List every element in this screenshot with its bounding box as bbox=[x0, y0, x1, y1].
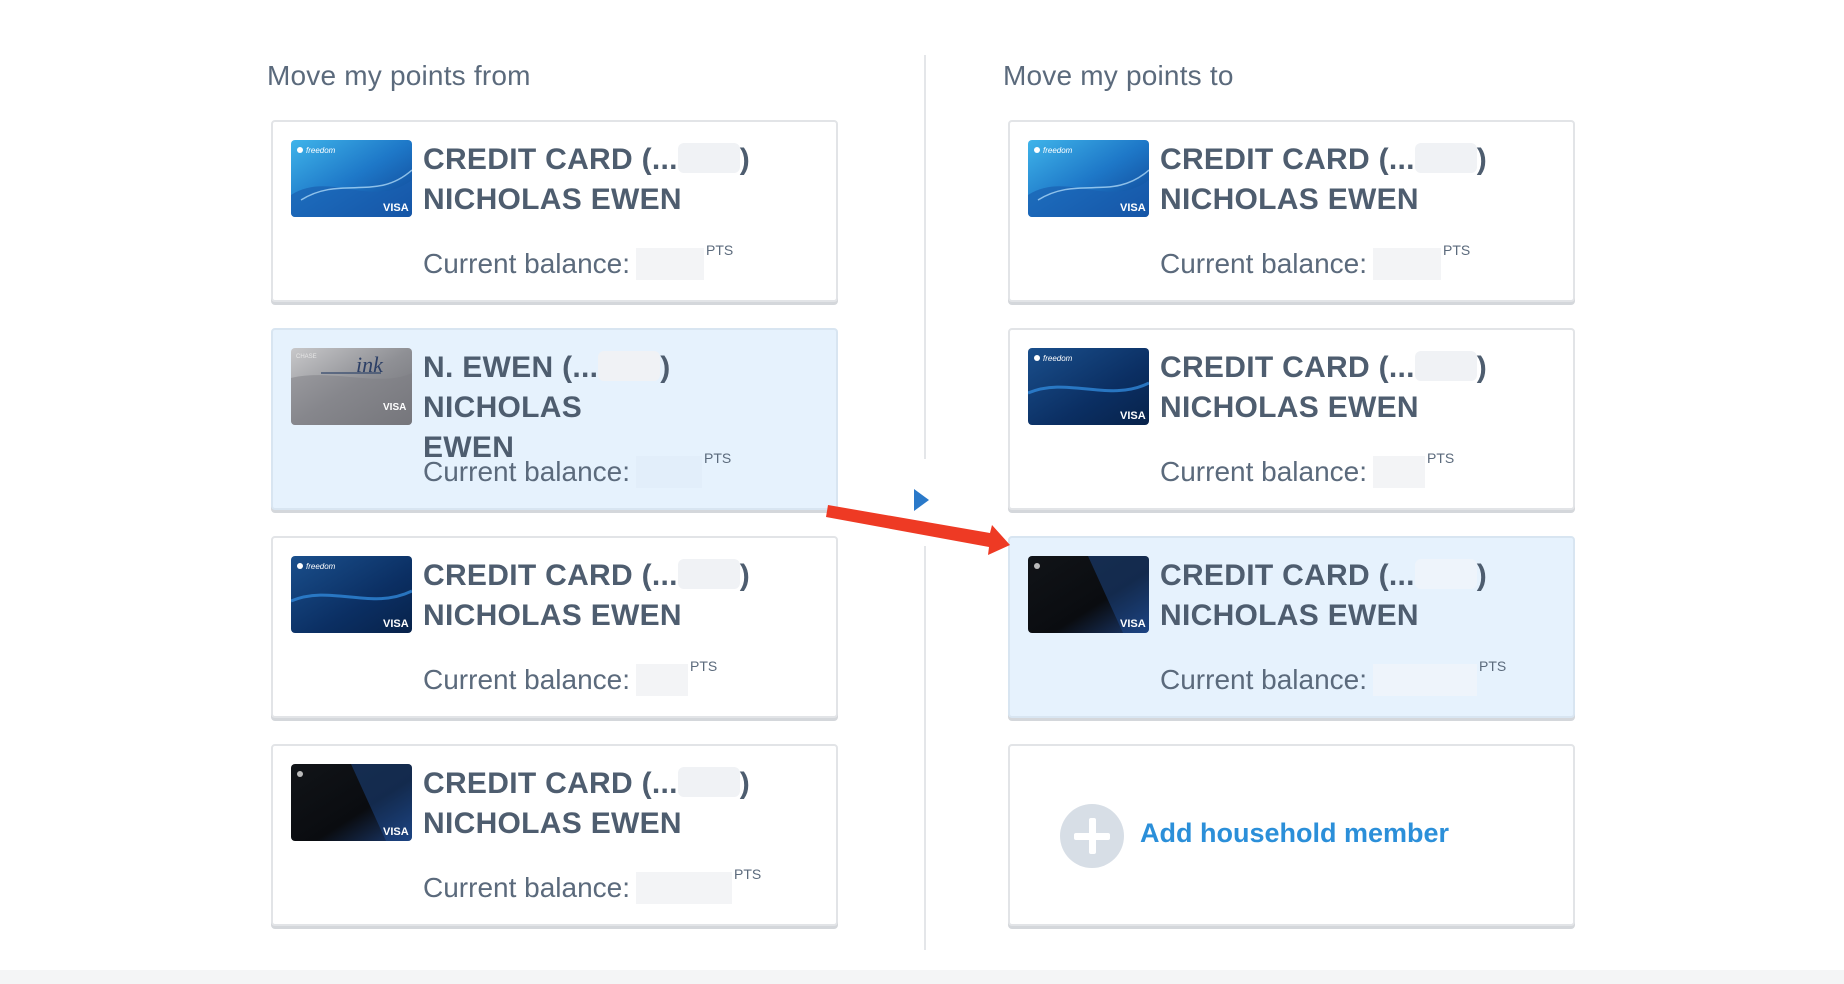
svg-text:CHASE: CHASE bbox=[296, 354, 317, 360]
from-card-4[interactable]: VISA CREDIT CARD (...) NICHOLAS EWEN Curr… bbox=[271, 744, 838, 926]
current-balance: Current balance: PTS bbox=[1160, 242, 1471, 280]
masked-account-number bbox=[677, 559, 740, 590]
freedom-card-image: freedom VISA bbox=[291, 140, 412, 217]
card-name: CREDIT CARD (...) NICHOLAS EWEN bbox=[1160, 143, 1488, 216]
current-balance: Current balance: PTS bbox=[423, 450, 732, 488]
masked-account-number bbox=[677, 143, 740, 174]
svg-text:freedom: freedom bbox=[1043, 146, 1073, 155]
card-name: CREDIT CARD (...) NICHOLAS EWEN bbox=[1160, 351, 1488, 424]
from-card-2[interactable]: CHASE ink VISA N. EWEN (...) NICHOLAS EWEN … bbox=[271, 328, 838, 510]
red-arrow-annotation bbox=[826, 505, 1010, 555]
current-balance: Current balance: PTS bbox=[1160, 450, 1455, 488]
masked-balance bbox=[636, 663, 689, 696]
masked-account-number bbox=[1414, 351, 1477, 382]
column-divider bbox=[924, 55, 926, 459]
freedom-unlimited-card-image: freedom VISA bbox=[291, 556, 412, 633]
add-household-member-link[interactable]: Add household member bbox=[1140, 818, 1449, 849]
masked-account-number bbox=[598, 351, 661, 382]
masked-account-number bbox=[1414, 143, 1477, 174]
from-heading: Move my points from bbox=[267, 60, 531, 91]
column-divider bbox=[924, 546, 926, 950]
freedom-card-image: freedom VISA bbox=[1028, 140, 1149, 217]
current-balance: Current balance: PTS bbox=[1160, 658, 1507, 696]
sapphire-card-image: VISA bbox=[291, 764, 412, 841]
masked-balance bbox=[1373, 663, 1478, 696]
svg-text:VISA: VISA bbox=[383, 618, 409, 630]
masked-balance bbox=[1373, 455, 1426, 488]
card-name: CREDIT CARD (...) NICHOLAS EWEN bbox=[423, 143, 751, 216]
svg-text:freedom: freedom bbox=[1043, 354, 1073, 363]
card-name: CREDIT CARD (...) NICHOLAS EWEN bbox=[1160, 559, 1488, 632]
current-balance: Current balance: PTS bbox=[423, 658, 718, 696]
to-card-1[interactable]: freedom VISA CREDIT CARD (...) NICHOLAS EW… bbox=[1008, 120, 1575, 302]
current-balance: Current balance: PTS bbox=[423, 866, 762, 904]
plus-circle-icon[interactable] bbox=[1060, 804, 1124, 868]
svg-text:freedom: freedom bbox=[306, 562, 336, 571]
card-name: CREDIT CARD (...) NICHOLAS EWEN bbox=[423, 559, 751, 632]
svg-text:VISA: VISA bbox=[383, 826, 409, 838]
masked-account-number bbox=[677, 767, 740, 798]
masked-balance bbox=[636, 247, 705, 280]
masked-balance bbox=[636, 455, 703, 488]
from-card-1[interactable]: freedom VISA CREDIT CARD (...) NICHOLAS EW… bbox=[271, 120, 838, 302]
to-heading: Move my points to bbox=[1003, 60, 1234, 91]
to-card-2[interactable]: freedom VISA CREDIT CARD (...) NICHOLAS EW… bbox=[1008, 328, 1575, 510]
to-card-3[interactable]: VISA CREDIT CARD (...) NICHOLAS EWEN Curr… bbox=[1008, 536, 1575, 718]
ink-card-image: CHASE ink VISA bbox=[291, 348, 412, 425]
svg-text:VISA: VISA bbox=[1120, 618, 1146, 630]
sapphire-card-image: VISA bbox=[1028, 556, 1149, 633]
add-household-member-card[interactable]: Add household member bbox=[1008, 744, 1575, 926]
svg-text:VISA: VISA bbox=[383, 202, 409, 214]
card-name: N. EWEN (...) NICHOLAS EWEN bbox=[423, 351, 671, 464]
from-card-3[interactable]: freedom VISA CREDIT CARD (...) NICHOLAS EW… bbox=[271, 536, 838, 718]
masked-balance bbox=[1373, 247, 1442, 280]
current-balance: Current balance: PTS bbox=[423, 242, 734, 280]
svg-text:freedom: freedom bbox=[306, 146, 336, 155]
svg-text:VISA: VISA bbox=[1120, 202, 1146, 214]
svg-text:VISA: VISA bbox=[383, 402, 406, 413]
freedom-unlimited-card-image: freedom VISA bbox=[1028, 348, 1149, 425]
svg-text:VISA: VISA bbox=[1120, 410, 1146, 422]
card-name: CREDIT CARD (...) NICHOLAS EWEN bbox=[423, 767, 751, 840]
svg-text:ink: ink bbox=[356, 352, 384, 377]
page-footer-band bbox=[0, 970, 1844, 984]
masked-account-number bbox=[1414, 559, 1477, 590]
masked-balance bbox=[636, 871, 733, 904]
